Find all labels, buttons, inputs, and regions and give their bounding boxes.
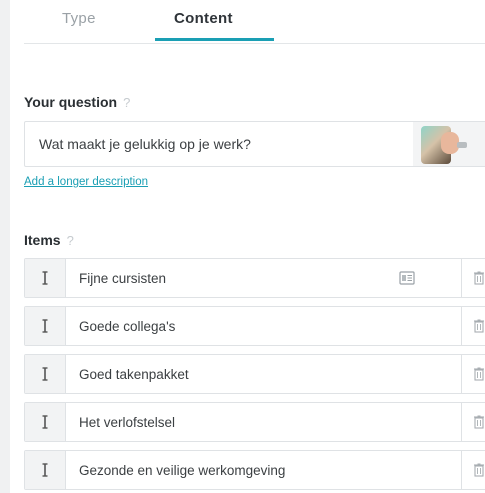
drag-handle[interactable] [25,355,66,393]
item-label: Goed takenpakket [79,367,189,382]
tab-content[interactable]: Content [174,10,233,27]
item-row: Het verlofstelsel [24,402,485,442]
items-label: Items [24,232,61,248]
drag-vertical-icon [42,319,48,333]
active-tab-indicator [155,38,274,41]
thumbnail-shape-c [457,142,467,148]
question-input[interactable]: Wat maakt je gelukkig op je werk? [24,121,485,167]
trash-icon[interactable] [474,367,484,386]
question-section-label: Your question? [24,94,130,110]
add-description-link[interactable]: Add a longer description [24,176,148,188]
drag-handle[interactable] [25,307,66,345]
drag-handle[interactable] [25,451,66,489]
items-section-label: Items? [24,232,74,248]
tab-bar: Type Content [24,0,485,44]
drag-handle[interactable] [25,403,66,441]
question-label: Your question [24,94,118,110]
question-input-value: Wat maakt je gelukkig op je werk? [39,136,251,152]
description-card-icon[interactable] [399,271,415,290]
drag-vertical-icon [42,463,48,477]
item-label: Het verlofstelsel [79,415,176,430]
tab-type[interactable]: Type [62,10,96,27]
drag-handle[interactable] [25,259,66,297]
item-row: Goed takenpakket [24,354,485,394]
drag-vertical-icon [42,415,48,429]
trash-icon[interactable] [474,319,484,338]
trash-icon[interactable] [474,271,484,290]
left-panel-edge [0,0,10,493]
item-label: Goede collega's [79,319,176,334]
item-row: Fijne cursisten [24,258,485,298]
item-label: Fijne cursisten [79,271,167,286]
item-label: Gezonde en veilige werkomgeving [79,463,286,478]
trash-icon[interactable] [474,463,484,482]
question-help-icon[interactable]: ? [123,95,130,110]
drag-vertical-icon [42,271,48,285]
drag-vertical-icon [42,367,48,381]
item-row: Goede collega's [24,306,485,346]
item-row: Gezonde en veilige werkomgeving [24,450,485,490]
trash-icon[interactable] [474,415,484,434]
items-help-icon[interactable]: ? [67,233,74,248]
question-image-thumbnail[interactable] [413,122,485,166]
